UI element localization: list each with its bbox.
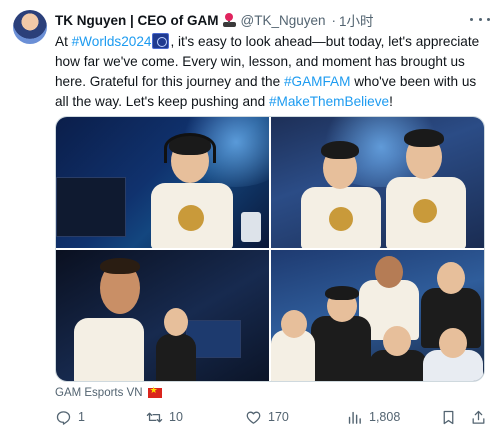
reply-icon: [56, 410, 71, 425]
hashtag-gamfam[interactable]: #GAMFAM: [284, 74, 350, 89]
like-count: 170: [268, 410, 289, 424]
tweet-actions: 1 10 170 1,808: [55, 406, 485, 428]
like-button[interactable]: 170: [245, 406, 289, 428]
photo-player-profile[interactable]: [56, 250, 269, 381]
bookmark-icon: [443, 410, 454, 424]
author-handle[interactable]: @TK_Nguyen: [241, 13, 326, 28]
header-separator: ·: [331, 12, 337, 28]
author-avatar[interactable]: [13, 10, 47, 44]
bookmark-button[interactable]: [440, 406, 463, 428]
joystick-icon: [222, 13, 237, 27]
tweet-header: TK Nguyen | CEO of GAM @TK_Nguyen · 1小时: [55, 10, 460, 30]
views-count: 1,808: [369, 410, 401, 424]
reply-count: 1: [78, 410, 85, 424]
retweet-icon: [146, 412, 163, 422]
like-icon: [246, 411, 261, 424]
hashtag-worlds2024[interactable]: #Worlds2024: [72, 34, 152, 49]
author-name[interactable]: TK Nguyen | CEO of GAM: [55, 13, 219, 28]
views-button[interactable]: 1,808: [346, 406, 400, 428]
tweet-text-part: At: [55, 34, 72, 49]
retweet-button[interactable]: 10: [146, 406, 183, 428]
media-credit-label[interactable]: GAM Esports VN: [55, 387, 143, 399]
tweet-text-part: !: [389, 94, 393, 109]
reply-button[interactable]: 1: [55, 406, 85, 428]
media-grid: [55, 116, 485, 382]
share-button[interactable]: [470, 406, 493, 428]
hashtag-makethembelieve[interactable]: #MakeThemBelieve: [269, 94, 389, 109]
tweet-time[interactable]: 1小时: [339, 10, 374, 30]
vietnam-flag-icon: [147, 385, 162, 398]
media-credit: GAM Esports VN: [55, 385, 162, 401]
photo-players-on-stage[interactable]: [271, 117, 484, 248]
photo-player-celebrating[interactable]: [56, 117, 269, 248]
tweet: TK Nguyen | CEO of GAM @TK_Nguyen · 1小时 …: [0, 0, 500, 440]
more-icon[interactable]: [470, 12, 490, 26]
worlds-emoji-icon: [152, 33, 170, 49]
photo-team-at-monitor[interactable]: [271, 250, 484, 381]
tweet-text: At #Worlds2024, it's easy to look ahead—…: [55, 32, 493, 112]
retweet-count: 10: [169, 410, 183, 424]
views-icon: [348, 411, 361, 424]
share-icon: [472, 410, 485, 424]
